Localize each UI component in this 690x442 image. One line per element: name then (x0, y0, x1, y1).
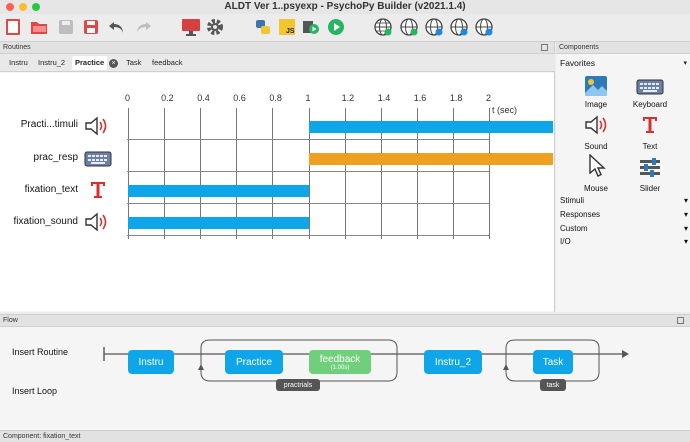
flow-routine-label: Instru (138, 356, 164, 368)
flow-routine-practice[interactable]: Practice (225, 350, 283, 374)
flow-routine-task[interactable]: Task (533, 350, 573, 374)
status-bar: Component: fixation_text (0, 430, 690, 442)
flow-routine-instru-2[interactable]: Instru_2 (424, 350, 482, 374)
flow-routine-label: Instru_2 (434, 356, 472, 368)
loop-label-task[interactable]: task (540, 379, 566, 391)
loop-label-practrials[interactable]: practrials (276, 379, 320, 391)
flow-routine-label: Task (542, 356, 564, 368)
flow-routine-feedback[interactable]: feedback (1.00s) (309, 350, 371, 374)
flow-routine-label: feedback (319, 353, 361, 365)
flow-routine-instru[interactable]: Instru (128, 350, 174, 374)
flow-routine-duration: (1.00s) (330, 364, 350, 371)
flow-lines (103, 339, 629, 382)
flow-routine-label: Practice (235, 356, 273, 368)
